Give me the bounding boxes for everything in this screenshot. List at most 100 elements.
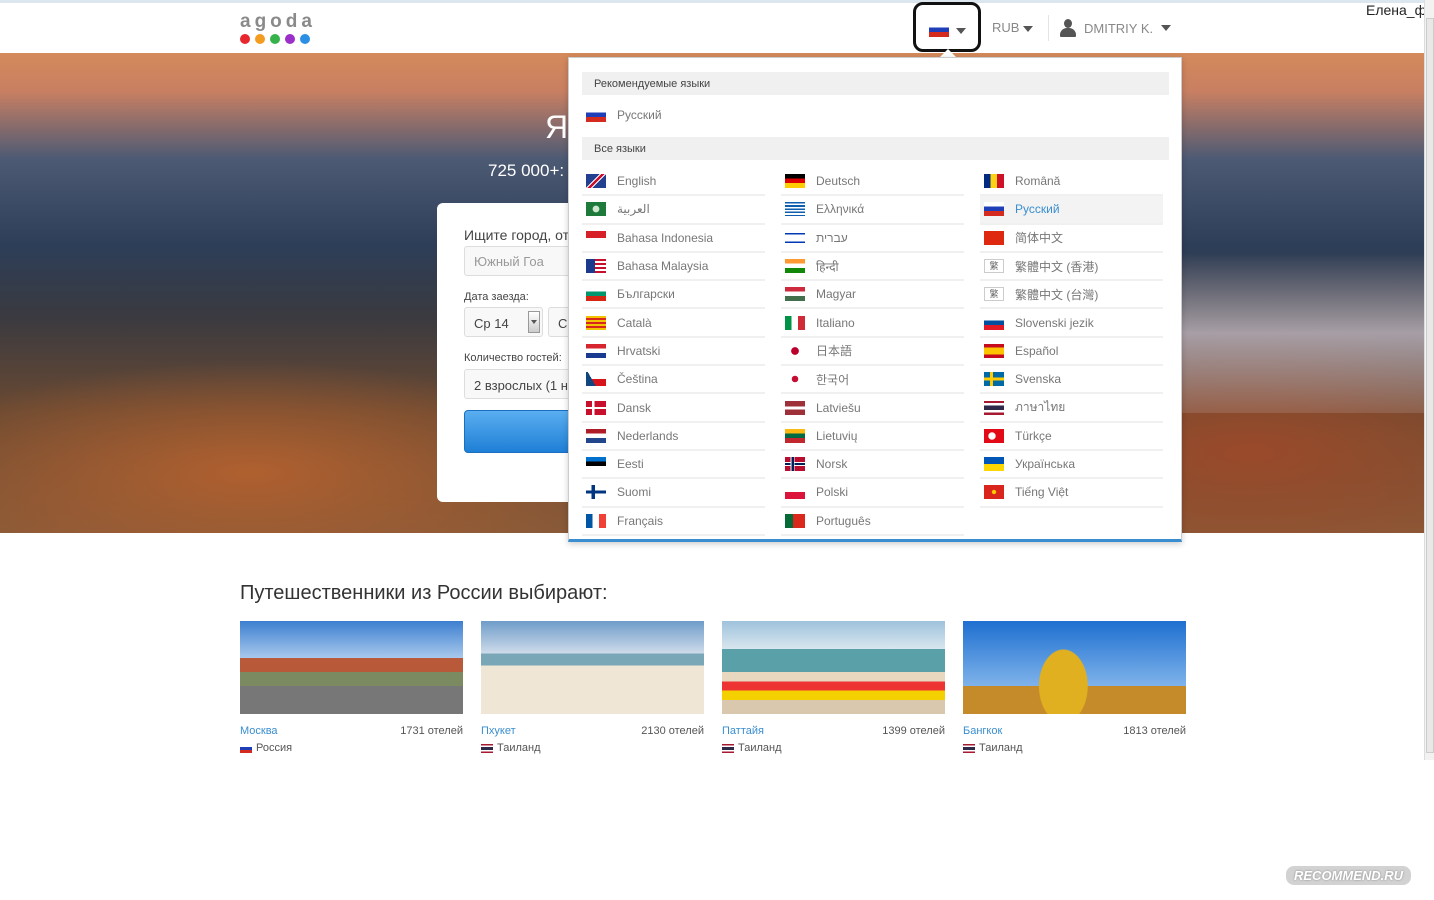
language-label: Polski [816,485,849,500]
city-link[interactable]: Москва [240,725,278,737]
dropdown-arrow [940,49,956,57]
language-label: Bahasa Indonesia [617,230,714,245]
language-label: Bahasa Malaysia [617,259,709,274]
country: Россия [240,742,463,754]
city-link[interactable]: Бангкок [963,725,1002,737]
flag-fi-icon [586,485,606,500]
checkin-select[interactable]: Ср 14 [464,307,543,337]
flag-fr-icon [586,513,606,528]
language-item[interactable]: Bahasa Indonesia [582,225,765,253]
language-item[interactable]: Eesti [582,451,765,480]
flag-th-icon [984,400,1004,415]
language-item[interactable]: 繁繁體中文 (台灣) [980,281,1163,310]
flag-no-icon [785,457,805,472]
flag-si-icon [984,315,1004,330]
russia-flag-icon [586,108,606,122]
language-item[interactable]: Română [980,168,1163,197]
language-selector-button[interactable] [913,2,981,52]
logo-dots [240,34,316,44]
language-item[interactable]: 简体中文 [980,225,1163,253]
flag-ru-icon [984,202,1004,217]
country: Таиланд [481,742,704,754]
destination-photo[interactable] [481,621,704,714]
language-item[interactable]: Türkçe [980,423,1163,451]
language-item[interactable]: Nederlands [582,423,765,451]
destination-card[interactable]: Москва 1731 отелей Россия [240,621,463,754]
language-item[interactable]: Tiếng Việt [980,479,1163,508]
destination-card[interactable]: Пхукет 2130 отелей Таиланд [481,621,704,754]
language-item[interactable]: 한국어 [781,366,964,395]
destination-photo[interactable] [963,621,1186,714]
language-item[interactable]: Latviešu [781,394,964,423]
destination-photo[interactable] [722,621,945,714]
language-label: 한국어 [816,372,850,387]
watermark-username: Елена_фк [1366,2,1433,18]
language-item[interactable]: Português [781,508,964,536]
language-item[interactable]: Lietuvių [781,423,964,451]
language-item[interactable]: Slovenski jezik [980,309,1163,338]
user-menu[interactable]: DMITRIY K. [1060,19,1172,37]
language-item[interactable]: Русский [980,196,1163,225]
language-item[interactable]: Dansk [582,394,765,423]
language-label: Русский [617,108,662,122]
destination-photo[interactable] [240,621,463,714]
flag-hr-icon [586,343,606,358]
country-name: Таиланд [979,742,1023,754]
flag-ca-icon [586,315,606,330]
language-label: Svenska [1015,372,1062,387]
agoda-logo[interactable]: agoda [240,12,316,44]
language-item[interactable]: हिन्दी [781,253,964,282]
flag-bg-icon [586,287,606,302]
destination-card[interactable]: Паттайя 1399 отелей Таиланд [722,621,945,754]
scrollbar-thumb[interactable] [1426,18,1434,753]
language-item[interactable]: العربية [582,196,765,225]
language-item[interactable]: Polski [781,479,964,508]
language-item[interactable]: 日本語 [781,338,964,367]
language-item[interactable]: Català [582,309,765,338]
dropdown-button[interactable] [528,311,540,333]
currency-selector[interactable]: RUB [992,20,1034,35]
language-item[interactable]: Suomi [582,479,765,508]
language-item[interactable]: Bahasa Malaysia [582,253,765,282]
user-icon [1060,19,1076,37]
language-item[interactable]: English [582,168,765,197]
language-item[interactable]: Български [582,281,765,310]
language-label: Latviešu [816,400,861,415]
language-item[interactable]: Deutsch [781,168,964,197]
language-item[interactable]: ภาษาไทย [980,394,1163,423]
language-item[interactable]: Español [980,338,1163,367]
flag-gr-icon [785,202,805,217]
flag-th-icon [722,743,734,753]
language-item[interactable]: Magyar [781,281,964,310]
flag-de-icon [785,174,805,189]
city-link[interactable]: Пхукет [481,725,516,737]
language-item[interactable]: עברית [781,225,964,253]
language-item[interactable]: Hrvatski [582,338,765,367]
language-label: Español [1015,343,1059,358]
language-item[interactable]: Svenska [980,366,1163,395]
language-item[interactable]: Čeština [582,366,765,395]
language-label: 简体中文 [1015,231,1064,246]
language-label: Deutsch [816,174,861,189]
language-item[interactable]: Українська [980,451,1163,480]
country-name: Россия [256,742,293,754]
language-item[interactable]: Norsk [781,451,964,480]
language-item-recommended-russian[interactable]: Русский [586,108,662,122]
flag-cn-icon [984,230,1004,245]
language-column: Română Русский 简体中文繁繁體中文 (香港) 繁繁體中文 (台灣) Slo… [980,168,1163,508]
destination-card[interactable]: Бангкок 1813 отелей Таиланд [963,621,1186,754]
language-label: Türkçe [1015,428,1052,443]
hotel-count: 2130 отелей [641,725,704,737]
user-name: DMITRIY K. [1084,20,1154,36]
flag-tr-icon [984,428,1004,443]
flag-ee-icon [586,457,606,472]
scrollbar[interactable] [1424,0,1434,760]
language-item[interactable]: Ελληνικά [781,196,964,225]
language-item[interactable]: 繁繁體中文 (香港) [980,253,1163,282]
flag-lv-icon [785,400,805,415]
language-item[interactable]: Italiano [781,309,964,338]
flag-my-icon [586,259,606,274]
language-item[interactable]: Français [582,508,765,536]
city-link[interactable]: Паттайя [722,725,764,737]
chevron-down-icon [531,320,537,324]
